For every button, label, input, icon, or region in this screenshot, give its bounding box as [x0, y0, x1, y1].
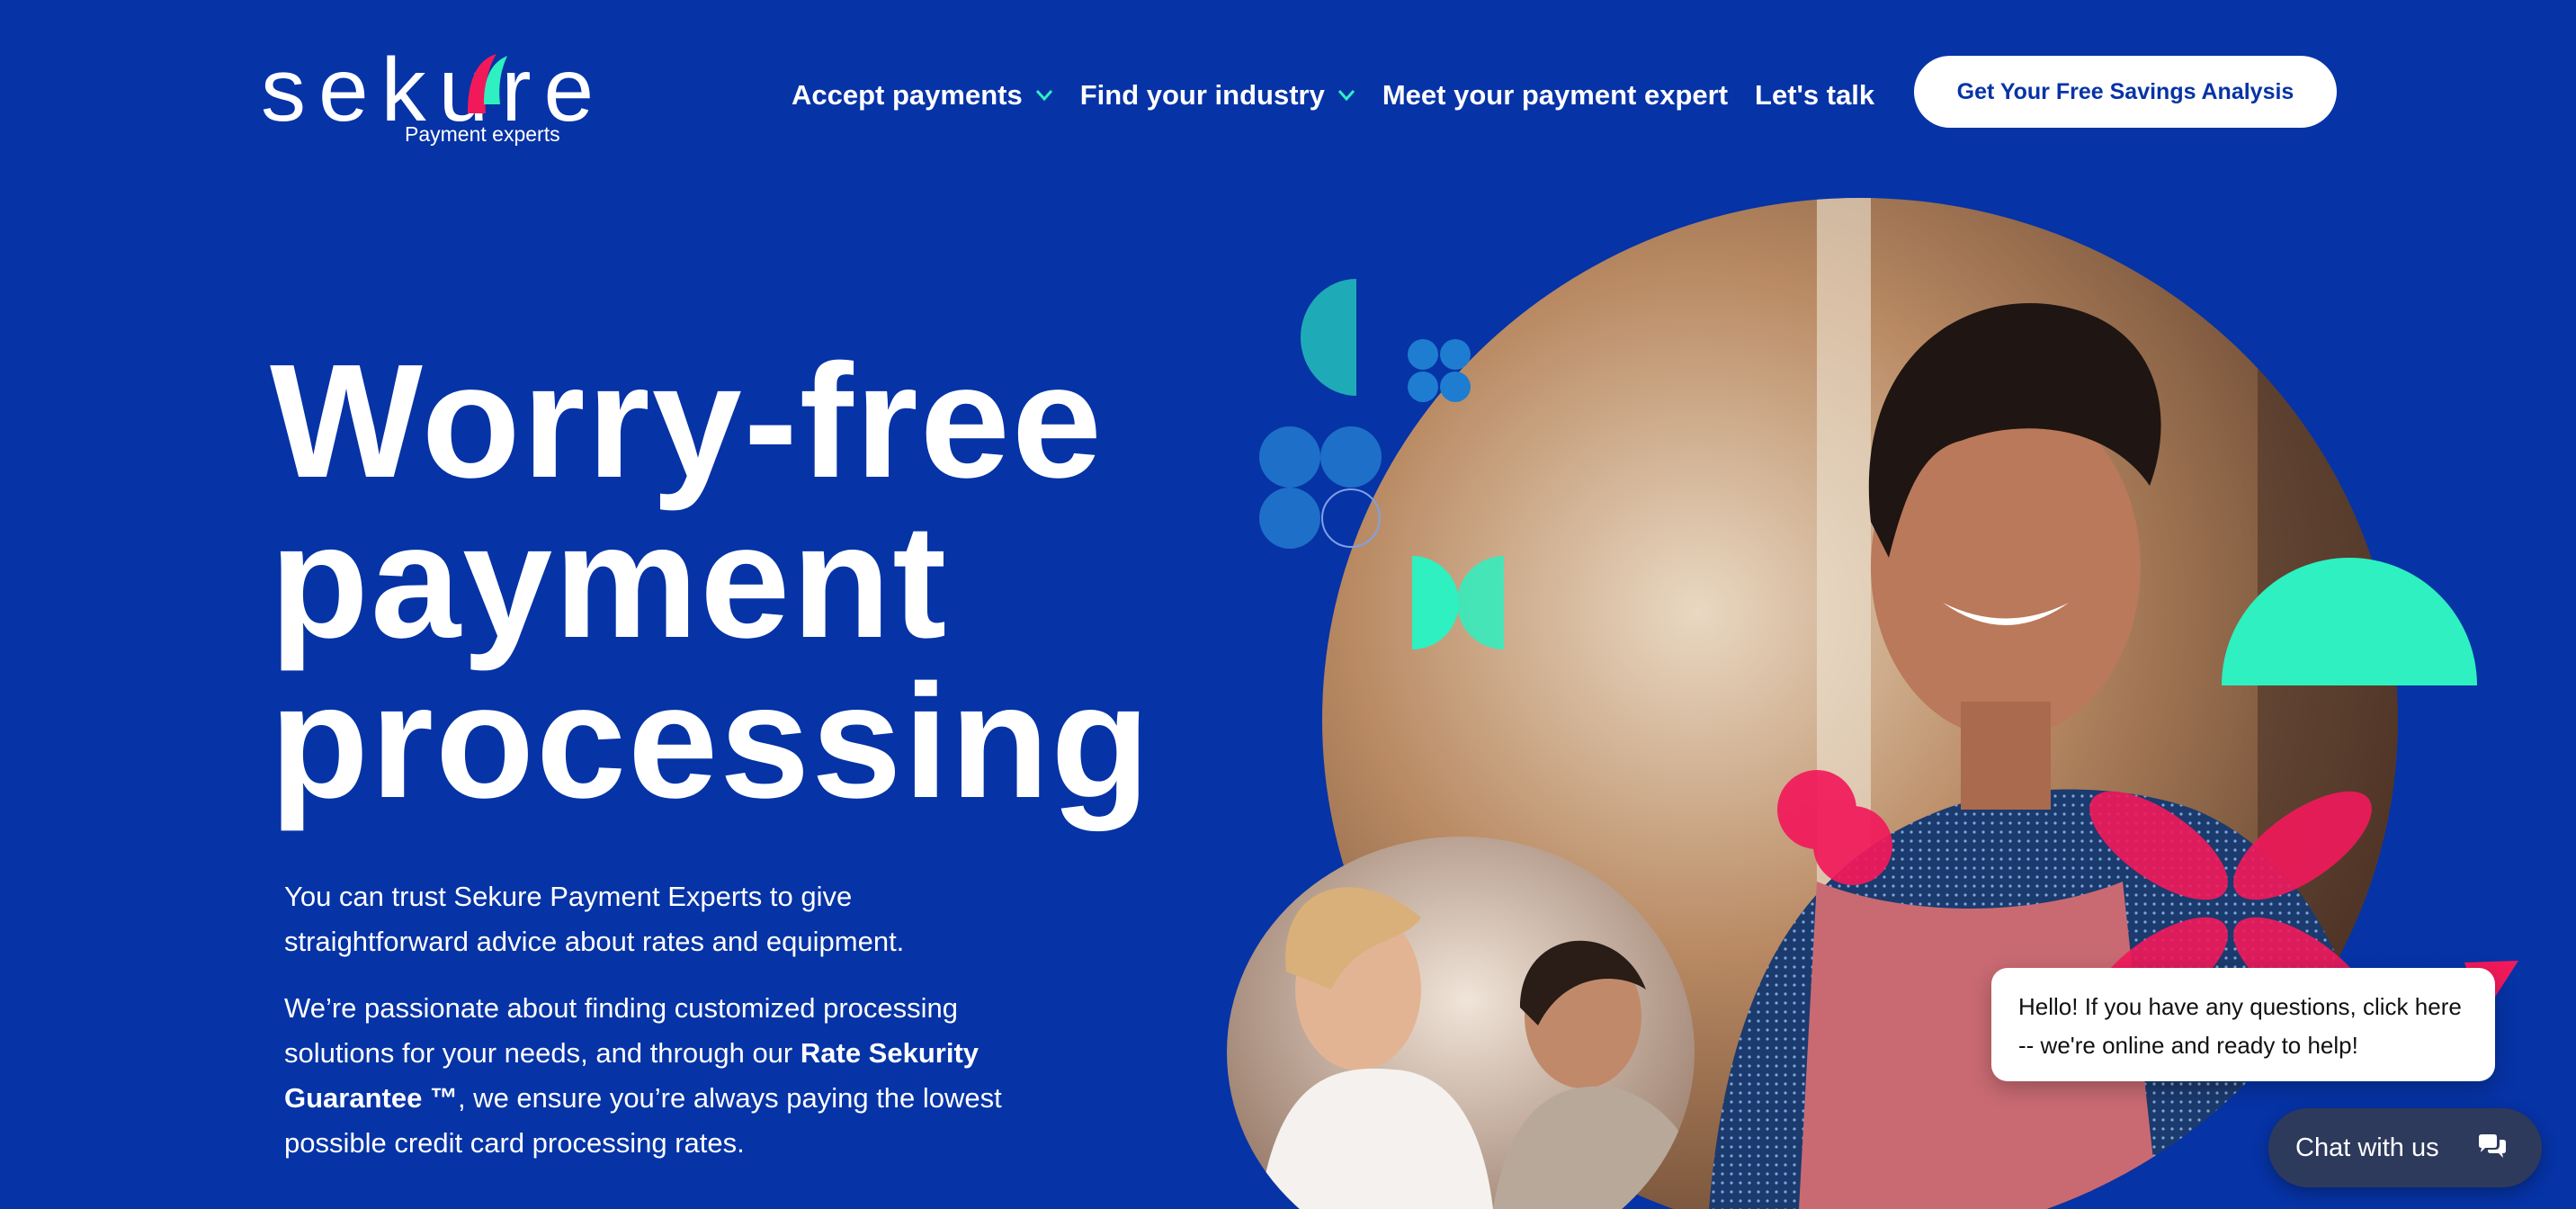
brand-wordmark: sekure — [261, 40, 607, 140]
brand-tagline: Payment experts — [405, 122, 560, 146]
nav-label: Meet your payment expert — [1382, 79, 1729, 111]
hero-title-line: processing — [270, 651, 1152, 832]
nav-accept-payments[interactable]: Accept payments — [792, 79, 1053, 112]
chat-welcome-bubble[interactable]: Hello! If you have any questions, click … — [1991, 968, 2495, 1081]
chat-bubbles-icon — [2479, 1134, 2506, 1158]
hero-title-line: Worry-free — [270, 331, 1104, 512]
nav-meet-expert[interactable]: Meet your payment expert — [1382, 79, 1728, 112]
main-nav: Accept payments Find your industry Meet … — [792, 76, 1901, 115]
brand-logo[interactable]: sekure Payment experts — [261, 45, 594, 153]
nav-label: Let's talk — [1755, 79, 1875, 111]
chevron-down-icon — [1035, 90, 1052, 102]
chevron-down-icon — [1337, 90, 1355, 102]
navy-ring — [2362, 872, 2455, 963]
teal-half-circle — [1301, 279, 1356, 396]
nav-lets-talk[interactable]: Let's talk — [1755, 79, 1874, 112]
free-savings-analysis-button[interactable]: Get Your Free Savings Analysis — [1914, 56, 2337, 128]
hero-paragraph-1: You can trust Sekure Payment Experts to … — [284, 881, 905, 957]
chat-with-us-button[interactable]: Chat with us — [2268, 1108, 2542, 1187]
nav-label: Find your industry — [1079, 79, 1325, 111]
hero-title-line: payment — [270, 491, 949, 672]
hero-paragraph-2: We’re passionate about finding customize… — [284, 986, 1022, 1166]
hero-title: Worry-free payment processing — [270, 331, 1152, 832]
nav-label: Accept payments — [792, 79, 1023, 111]
nav-find-industry[interactable]: Find your industry — [1080, 79, 1355, 112]
logo-mark-icon — [468, 54, 507, 113]
chat-button-label: Chat with us — [2295, 1133, 2439, 1162]
